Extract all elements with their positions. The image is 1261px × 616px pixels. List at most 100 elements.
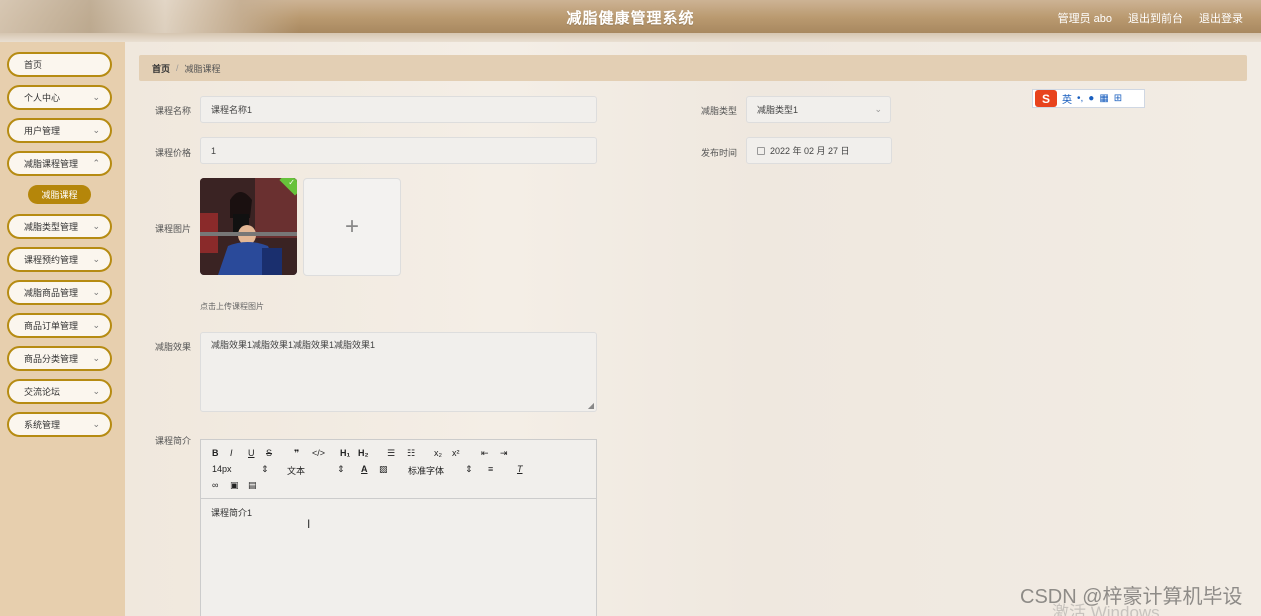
sidebar-item-forum[interactable]: 交流论坛 ⌄ (7, 379, 112, 404)
sidebar-item-home[interactable]: 首页 (7, 52, 112, 77)
italic-button[interactable]: I (230, 448, 233, 458)
breadcrumb-current: 减脂课程 (184, 63, 221, 74)
header-links: 管理员 abo 退出到前台 退出登录 (1058, 10, 1243, 26)
sidebar-item-product-management[interactable]: 减脂商品管理 ⌄ (7, 280, 112, 305)
sidebar-item-system-management[interactable]: 系统管理 ⌄ (7, 412, 112, 437)
fat-effect-value: 减脂效果1减脂效果1减脂效果1减脂效果1 (211, 340, 376, 350)
calendar-icon (757, 146, 765, 155)
top-header: 减脂健康管理系统 管理员 abo 退出到前台 退出登录 (0, 0, 1261, 33)
superscript-button[interactable]: x² (452, 448, 460, 458)
course-name-input[interactable]: 课程名称1 (200, 96, 597, 123)
logout-link[interactable]: 退出登录 (1199, 10, 1243, 26)
sidebar-item-category-management[interactable]: 商品分类管理 ⌄ (7, 346, 112, 371)
breadcrumb-home[interactable]: 首页 (152, 62, 170, 75)
add-image-button[interactable]: + (303, 178, 401, 276)
chevron-down-icon: ⌄ (92, 386, 100, 396)
heading1-button[interactable]: H₁ (340, 448, 350, 458)
outdent-button[interactable]: ⇤ (481, 448, 489, 459)
sidebar-item-personal-center[interactable]: 个人中心 ⌄ (7, 85, 112, 110)
upload-hint: 点击上传课程图片 (200, 302, 264, 311)
strike-button[interactable]: S (266, 448, 272, 458)
chevron-up-icon: ⌃ (92, 158, 100, 168)
fat-type-value: 减脂类型1 (757, 105, 799, 115)
course-photo-image (200, 178, 297, 275)
chevron-updown-icon: ⇕ (465, 464, 473, 474)
course-price-input[interactable]: 1 (200, 137, 597, 164)
video-icon[interactable]: ▤ (248, 480, 257, 491)
link-icon[interactable]: ∞ (212, 480, 218, 490)
breadcrumb: 首页 / 减脂课程 (139, 55, 1247, 81)
font-family-select[interactable]: 标准字体 (408, 464, 444, 477)
sidebar-item-course-management[interactable]: 减脂课程管理 ⌃ (7, 151, 112, 176)
sidebar-subitem-course[interactable]: 减脂课程 (28, 185, 91, 204)
course-price-value: 1 (211, 145, 217, 156)
fat-type-select[interactable]: 减脂类型1 ⌄ (746, 96, 891, 123)
sidebar-item-user-management[interactable]: 用户管理 ⌄ (7, 118, 112, 143)
bold-button[interactable]: B (212, 448, 219, 458)
rich-text-editor: B I U S ❞ </> H₁ H₂ ☰ ☷ x₂ x² ⇤ ⇥ 14px ⇕… (200, 439, 597, 616)
publish-time-picker[interactable]: 2022 年 02 月 27 日 (746, 137, 892, 164)
sidebar-item-type-management[interactable]: 减脂类型管理 ⌄ (7, 214, 112, 239)
sidebar-item-label: 减脂课程管理 (24, 159, 79, 169)
sidebar-item-label: 减脂类型管理 (24, 222, 79, 232)
chevron-down-icon: ⌄ (874, 104, 882, 114)
sidebar-item-label: 课程预约管理 (24, 255, 79, 265)
course-intro-text: 课程简介1 (211, 508, 253, 518)
font-color-icon[interactable]: A (361, 464, 368, 474)
align-left-icon[interactable]: ≡ (488, 464, 493, 474)
sidebar-item-order-management[interactable]: 商品订单管理 ⌄ (7, 313, 112, 338)
chevron-updown-icon: ⇕ (337, 464, 345, 474)
admin-user-link[interactable]: 管理员 abo (1058, 10, 1112, 26)
heading2-button[interactable]: H₂ (358, 448, 369, 458)
punctuation-icon[interactable]: •, (1077, 93, 1083, 104)
course-name-value: 课程名称1 (211, 105, 253, 115)
back-to-frontend-link[interactable]: 退出到前台 (1128, 10, 1183, 26)
indent-button[interactable]: ⇥ (500, 448, 508, 459)
header-shadow (0, 33, 1261, 42)
sidebar-item-label: 减脂商品管理 (24, 288, 79, 298)
editor-content[interactable]: 课程简介1 (201, 499, 596, 526)
image-icon[interactable]: ▣ (230, 480, 239, 491)
uploaded-course-image[interactable]: ✓ (200, 178, 297, 275)
bullet-list-button[interactable]: ☷ (407, 448, 415, 459)
clear-format-icon[interactable]: T (517, 464, 523, 474)
chevron-down-icon: ⌄ (92, 92, 100, 102)
sidebar-item-label: 个人中心 (24, 93, 61, 103)
sidebar-item-label: 商品订单管理 (24, 321, 79, 331)
ordered-list-button[interactable]: ☰ (387, 448, 395, 459)
ime-language-toggle[interactable]: 英 (1062, 91, 1072, 106)
sidebar-item-label: 用户管理 (24, 126, 61, 136)
breadcrumb-separator: / (176, 63, 179, 73)
windows-activation-text: 激活 Windows (1052, 603, 1160, 616)
sidebar-item-label: 交流论坛 (24, 387, 61, 397)
code-block-button[interactable]: </> (312, 448, 325, 458)
publish-time-label: 发布时间 (701, 148, 738, 158)
subscript-button[interactable]: x₂ (434, 448, 442, 458)
keyboard-icon[interactable]: ▦ (1099, 93, 1108, 104)
course-price-label: 课程价格 (155, 148, 192, 158)
sidebar-item-label: 系统管理 (24, 420, 61, 430)
chevron-down-icon: ⌄ (92, 353, 100, 363)
chevron-down-icon: ⌄ (92, 287, 100, 297)
microphone-icon[interactable]: ● (1088, 93, 1094, 104)
sidebar-item-label: 商品分类管理 (24, 354, 79, 364)
font-size-select[interactable]: 14px (212, 464, 232, 474)
chevron-down-icon: ⌄ (92, 254, 100, 264)
course-intro-label: 课程简介 (155, 436, 192, 446)
apps-grid-icon[interactable]: ⊞ (1114, 93, 1122, 104)
underline-button[interactable]: U (248, 448, 255, 458)
course-name-label: 课程名称 (155, 106, 192, 116)
text-cursor-icon: I (307, 517, 311, 531)
fat-effect-textarea[interactable]: 减脂效果1减脂效果1减脂效果1减脂效果1 ◢ (200, 332, 597, 412)
background-color-icon[interactable]: ▨ (379, 464, 388, 475)
check-icon: ✓ (288, 178, 295, 187)
blockquote-button[interactable]: ❞ (294, 448, 299, 459)
sidebar-item-booking-management[interactable]: 课程预约管理 ⌄ (7, 247, 112, 272)
chevron-down-icon: ⌄ (92, 221, 100, 231)
block-type-select[interactable]: 文本 (287, 464, 305, 477)
ime-logo-icon: S (1035, 90, 1057, 107)
course-image-label: 课程图片 (155, 224, 192, 234)
resize-handle-icon[interactable]: ◢ (588, 401, 594, 410)
ime-toolbar[interactable]: S 英 •, ● ▦ ⊞ (1032, 89, 1145, 108)
chevron-down-icon: ⌄ (92, 125, 100, 135)
